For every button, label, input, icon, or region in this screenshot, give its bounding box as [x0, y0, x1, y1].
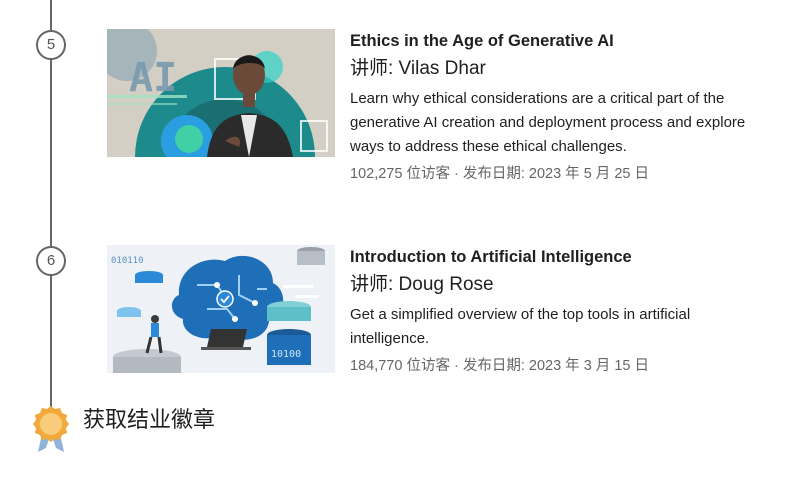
thumbnail-binary-top: 010110 [111, 256, 144, 266]
course-title-link[interactable]: Ethics in the Age of Generative AI [350, 30, 760, 52]
course-thumbnail-ethics[interactable]: AI [107, 29, 335, 157]
course-description: Get a simplified overview of the top too… [350, 306, 691, 347]
thumbnail-binary-bottom: 10100 [271, 349, 301, 360]
ethics-thumbnail-text: AI [129, 55, 177, 101]
get-certificate-badge-label: 获取结业徽章 [83, 407, 216, 432]
course-meta: 102,275 位访客 · 发布日期: 2023 年 5 月 25 日 [350, 166, 649, 182]
course-description: Learn why ethical considerations are a c… [350, 90, 746, 155]
intro-ai-thumbnail-image: 010110 10100 [107, 245, 335, 373]
badge-medal-icon [33, 406, 69, 452]
course-instructor: 讲师: Vilas Dhar [350, 58, 486, 79]
course-thumbnail-intro-ai[interactable]: 010110 10100 [107, 245, 335, 373]
course-info-ethics: Ethics in the Age of Generative AI 讲师: V… [350, 30, 760, 185]
course-info-intro-ai: Introduction to Artificial Intelligence … [350, 246, 760, 377]
step-number-5: 5 [36, 30, 66, 60]
course-meta: 184,770 位访客 · 发布日期: 2023 年 3 月 15 日 [350, 358, 649, 374]
step-number-6: 6 [36, 246, 66, 276]
ethics-thumbnail-image: AI [107, 29, 335, 157]
course-instructor: 讲师: Doug Rose [350, 274, 494, 295]
timeline-line [50, 0, 52, 410]
course-title-link[interactable]: Introduction to Artificial Intelligence [350, 246, 760, 268]
